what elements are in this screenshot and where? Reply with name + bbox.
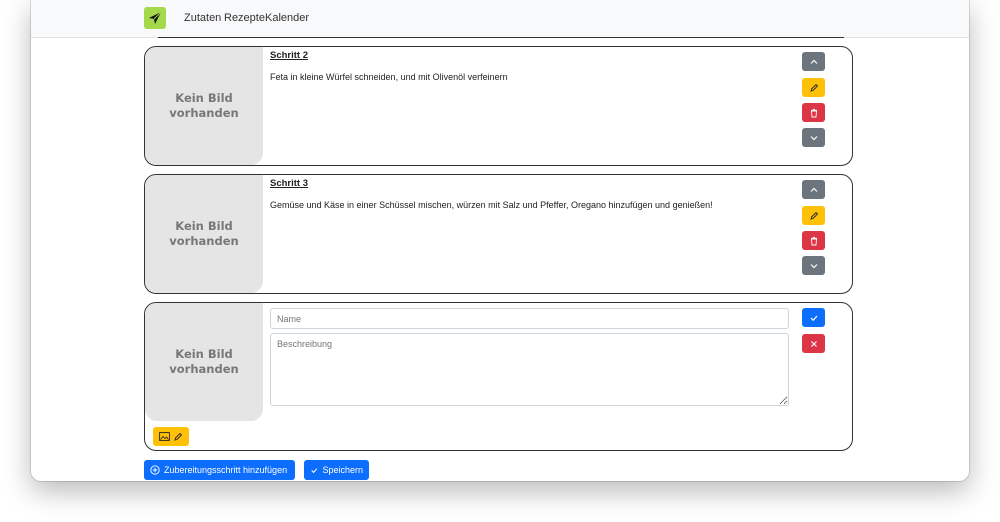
add-step-button[interactable]: Zubereitungsschritt hinzufügen <box>144 460 295 480</box>
x-icon <box>810 340 817 347</box>
nav-link-rezepte[interactable]: Rezepte <box>224 12 265 24</box>
trash-icon <box>810 236 817 245</box>
app-window: Zutaten Rezepte Kalender Kein Bild vorha… <box>31 0 969 481</box>
chevron-down-icon <box>810 263 817 268</box>
image-placeholder-text: Kein Bild vorhanden <box>169 219 239 248</box>
delete-button[interactable] <box>802 231 825 250</box>
chevron-up-icon <box>810 187 817 192</box>
step-title: Schritt 3 <box>270 178 309 189</box>
plus-circle-icon <box>150 465 160 475</box>
add-step-label: Zubereitungsschritt hinzufügen <box>164 465 288 475</box>
step-card: Kein Bild vorhanden Schritt 3 Gemüse und… <box>144 174 853 294</box>
move-up-button[interactable] <box>802 52 825 71</box>
logo[interactable] <box>144 7 166 29</box>
chevron-down-icon <box>810 135 817 140</box>
chevron-up-icon <box>810 59 817 64</box>
navbar: Zutaten Rezepte Kalender <box>31 0 969 38</box>
delete-button[interactable] <box>802 103 825 122</box>
image-placeholder: Kein Bild vorhanden <box>145 303 263 421</box>
confirm-button[interactable] <box>802 308 825 327</box>
image-placeholder-text: Kein Bild vorhanden <box>169 347 239 376</box>
move-down-button[interactable] <box>802 256 825 275</box>
step-name-input[interactable] <box>270 308 789 329</box>
check-icon <box>810 315 817 321</box>
step-description: Feta in kleine Würfel schneiden, und mit… <box>270 72 508 82</box>
cancel-button[interactable] <box>802 334 825 353</box>
pencil-icon <box>174 432 183 441</box>
divider <box>158 37 844 38</box>
edit-button[interactable] <box>802 78 825 97</box>
step-description: Gemüse und Käse in einer Schüssel mische… <box>270 200 713 210</box>
edit-button[interactable] <box>802 206 825 225</box>
move-up-button[interactable] <box>802 180 825 199</box>
trash-icon <box>810 108 817 117</box>
step-description-textarea[interactable] <box>270 333 789 406</box>
step-title: Schritt 2 <box>270 50 309 61</box>
pencil-icon <box>809 211 818 220</box>
image-placeholder: Kein Bild vorhanden <box>145 175 263 293</box>
new-step-card: Kein Bild vorhanden <box>144 302 853 451</box>
nav-link-kalender[interactable]: Kalender <box>265 12 309 24</box>
move-down-button[interactable] <box>802 128 825 147</box>
image-placeholder-text: Kein Bild vorhanden <box>169 91 239 120</box>
check-icon <box>311 467 318 473</box>
nav-link-zutaten[interactable]: Zutaten <box>184 12 221 24</box>
edit-image-button[interactable] <box>153 427 189 446</box>
pencil-icon <box>809 83 818 92</box>
image-icon <box>159 432 170 441</box>
image-placeholder: Kein Bild vorhanden <box>145 47 263 165</box>
step-card: Kein Bild vorhanden Schritt 2 Feta in kl… <box>144 46 853 166</box>
save-button[interactable]: Speichern <box>304 460 369 480</box>
save-label: Speichern <box>322 465 363 475</box>
paper-plane-icon <box>149 11 162 24</box>
